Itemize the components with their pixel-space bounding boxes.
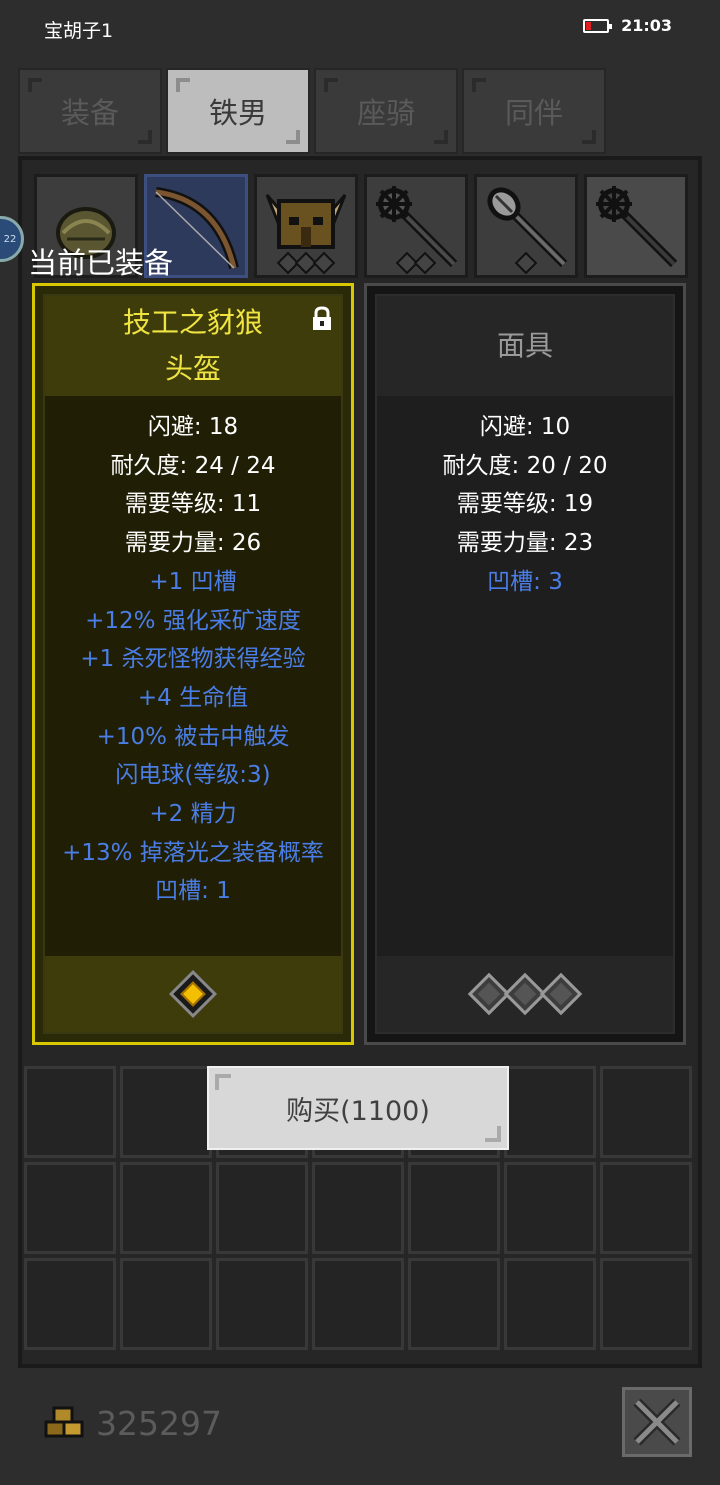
- inventory-cell[interactable]: [504, 1258, 596, 1350]
- mod-line: +1 杀死怪物获得经验: [80, 646, 306, 673]
- lock-icon[interactable]: [311, 306, 333, 332]
- stat-required-level: 需要等级: 11: [124, 491, 262, 518]
- inventory-cell[interactable]: [24, 1258, 116, 1350]
- inventory-cell[interactable]: [120, 1162, 212, 1254]
- stat-durability: 耐久度: 20 / 20: [442, 452, 608, 479]
- inventory-cell[interactable]: [312, 1258, 404, 1350]
- stat-required-level: 需要等级: 19: [456, 491, 594, 518]
- inventory-cell[interactable]: [24, 1066, 116, 1158]
- item-card-equipped: 面具 闪避: 10 耐久度: 20 / 20 需要等级: 19 需要力量: 23…: [364, 283, 686, 1045]
- mod-line: +13% 掉落光之装备概率: [62, 839, 324, 866]
- empty-socket-icon: [539, 972, 583, 1016]
- mod-line: +1 凹槽: [149, 568, 237, 595]
- tab-ironman[interactable]: 铁男: [166, 68, 310, 154]
- item-header: 技工之豺狼 头盔: [45, 296, 341, 396]
- inventory-cell[interactable]: [216, 1162, 308, 1254]
- inventory-cell[interactable]: [504, 1066, 596, 1158]
- equipped-item-stats: 闪避: 10 耐久度: 20 / 20 需要等级: 19 需要力量: 23 凹槽…: [377, 408, 673, 602]
- mod-line: +10% 被击中触发: [96, 723, 290, 750]
- socket-row: [377, 956, 673, 1032]
- app-name: 宝胡子1: [44, 20, 114, 42]
- clock: 21:03: [621, 16, 672, 35]
- gold-coins-icon: [44, 1406, 84, 1438]
- mod-line: 闪电球(等级:3): [115, 762, 271, 789]
- gold-gem-socket-icon: [168, 969, 218, 1019]
- mod-line: 凹槽: 1: [155, 878, 231, 905]
- mace-icon: [596, 186, 678, 268]
- close-button[interactable]: [622, 1387, 692, 1457]
- stat-required-strength: 需要力量: 26: [124, 530, 262, 557]
- coin-balance: 325297: [96, 1404, 222, 1443]
- slot-spiked-mace[interactable]: [474, 174, 578, 278]
- tab-bar: 装备 铁男 座骑 同伴: [18, 68, 606, 154]
- equipped-label: 当前已装备: [28, 246, 174, 280]
- inventory-cell[interactable]: [216, 1258, 308, 1350]
- close-icon: [633, 1398, 681, 1446]
- slot-horned-helmet[interactable]: [254, 174, 358, 278]
- inventory-cell[interactable]: [600, 1162, 692, 1254]
- inventory-cell[interactable]: [312, 1162, 404, 1254]
- inventory-cell[interactable]: [600, 1258, 692, 1350]
- equipped-item-name: 面具: [496, 329, 553, 362]
- slot-mace-2[interactable]: [584, 174, 688, 278]
- mod-line: 凹槽: 3: [487, 568, 563, 595]
- item-type: 头盔: [164, 352, 221, 385]
- stat-required-strength: 需要力量: 23: [456, 530, 594, 557]
- inventory-cell[interactable]: [120, 1066, 212, 1158]
- tab-companion[interactable]: 同伴: [462, 68, 606, 154]
- item-name: 技工之豺狼: [122, 306, 263, 339]
- inventory-cell[interactable]: [600, 1066, 692, 1158]
- mod-line: +4 生命值: [137, 684, 249, 711]
- equipped-item-header: 面具: [377, 296, 673, 396]
- tab-mount[interactable]: 座骑: [314, 68, 458, 154]
- status-right: 21:03: [583, 16, 672, 35]
- item-card-for-sale: 技工之豺狼 头盔 闪避: 18 耐久度: 24 / 24 需要等级: 11 需要…: [32, 283, 354, 1045]
- buy-button-label: 购买(1100): [286, 1095, 430, 1127]
- inventory-cell[interactable]: [504, 1162, 596, 1254]
- stat-durability: 耐久度: 24 / 24: [110, 452, 276, 479]
- stat-dodge: 闪避: 18: [147, 414, 239, 440]
- inventory-cell[interactable]: [120, 1258, 212, 1350]
- tab-equipment[interactable]: 装备: [18, 68, 162, 154]
- inventory-cell[interactable]: [24, 1162, 116, 1254]
- socket-row: [45, 956, 341, 1032]
- inventory-cell[interactable]: [408, 1258, 500, 1350]
- battery-icon: [583, 18, 613, 33]
- slot-mace-1[interactable]: [364, 174, 468, 278]
- inventory-cell[interactable]: [408, 1162, 500, 1254]
- buy-button[interactable]: 购买(1100): [207, 1066, 509, 1150]
- item-stats: 闪避: 18 耐久度: 24 / 24 需要等级: 11 需要力量: 26 +1…: [45, 408, 341, 911]
- mod-line: +2 精力: [149, 801, 237, 828]
- stat-dodge: 闪避: 10: [479, 414, 571, 440]
- status-bar: 宝胡子1 21:03: [0, 0, 720, 56]
- mod-line: +12% 强化采矿速度: [85, 607, 301, 634]
